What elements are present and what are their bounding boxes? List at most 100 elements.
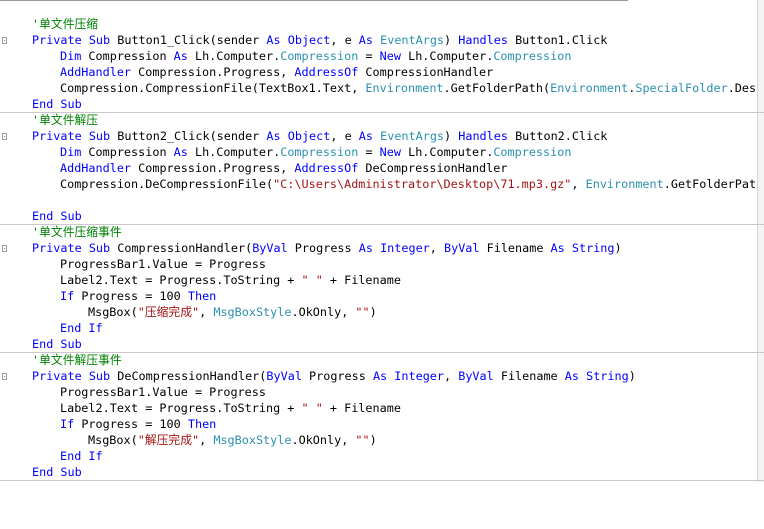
code-token-keyword: Private Sub	[32, 241, 111, 255]
code-token-plain: Progress = 100	[74, 289, 188, 303]
code-line[interactable]: '单文件压缩	[32, 16, 98, 32]
code-token-keyword: If	[60, 289, 75, 303]
code-line[interactable]: Dim Compression As Lh.Computer.Compressi…	[32, 48, 571, 64]
code-line[interactable]: Label2.Text = Progress.ToString + " " + …	[32, 272, 401, 288]
code-token-keyword: Dim	[60, 145, 82, 159]
code-token-string: "压缩完成"	[137, 305, 200, 319]
code-token-plain: )	[614, 241, 622, 255]
code-token-type: Environment	[365, 81, 444, 95]
code-editor[interactable]: '单文件压缩 Private Sub Button1_Click(sender A…	[0, 0, 764, 529]
code-line[interactable]: Compression.CompressionFile(TextBox1.Tex…	[32, 80, 764, 96]
code-line[interactable]: If Progress = 100 Then	[32, 288, 216, 304]
code-token-keyword: Then	[187, 417, 217, 431]
code-token-keyword: If	[60, 417, 75, 431]
collapse-region-icon[interactable]	[2, 37, 7, 44]
method-separator	[0, 224, 764, 225]
code-token-plain: =	[358, 49, 380, 63]
code-token-plain: Progress	[301, 369, 373, 383]
code-token-string: "C:\Users\Administrator\Desktop\71.mp3.g…	[273, 177, 572, 191]
editor-bottom-border	[0, 480, 764, 481]
code-token-keyword: As	[173, 145, 188, 159]
code-line[interactable]: Compression.DeCompressionFile("C:\Users\…	[32, 176, 764, 192]
code-token-keyword: End Sub	[32, 465, 82, 479]
code-token-type: EventArgs	[380, 33, 445, 47]
code-line[interactable]: Private Sub DeCompressionHandler(ByVal P…	[32, 368, 636, 384]
code-line[interactable]: End Sub	[32, 464, 82, 480]
code-line[interactable]: End If	[32, 320, 103, 336]
code-line[interactable]: ProgressBar1.Value = Progress	[32, 384, 266, 400]
code-token-plain: Button1_Click(sender	[110, 33, 267, 47]
code-line[interactable]: MsgBox("解压完成", MsgBoxStyle.OkOnly, "")	[32, 432, 377, 448]
code-line[interactable]: AddHandler Compression.Progress, Address…	[32, 160, 507, 176]
code-token-keyword: As	[358, 129, 373, 143]
code-token-plain: )	[444, 33, 459, 47]
code-token-plain: )	[444, 129, 459, 143]
code-token-keyword: Object	[287, 129, 331, 143]
method-separator	[0, 112, 764, 113]
code-line[interactable]: MsgBox("压缩完成", MsgBoxStyle.OkOnly, "")	[32, 304, 377, 320]
code-token-keyword: Private Sub	[32, 129, 111, 143]
code-token-keyword: As	[358, 241, 373, 255]
code-token-plain: CompressionHandler(	[110, 241, 253, 255]
code-token-plain: Filename	[493, 369, 565, 383]
vertical-scrollbar[interactable]	[757, 0, 764, 482]
code-token-keyword: AddHandler	[60, 65, 132, 79]
code-token-keyword: As	[266, 33, 281, 47]
code-token-plain: Progress	[287, 241, 359, 255]
collapse-region-icon[interactable]	[2, 133, 7, 140]
code-token-keyword: New	[379, 49, 401, 63]
code-token-string: ""	[355, 433, 370, 447]
code-token-string: " "	[301, 273, 323, 287]
code-token-keyword: As	[266, 129, 281, 143]
code-token-plain: Compression	[81, 49, 174, 63]
code-line[interactable]: Private Sub Button2_Click(sender As Obje…	[32, 128, 607, 144]
code-token-type: Compression	[280, 145, 359, 159]
code-token-keyword: End Sub	[32, 337, 82, 351]
code-token-keyword: String	[586, 369, 629, 383]
collapse-region-icon[interactable]	[2, 245, 7, 252]
code-token-keyword: As	[564, 369, 579, 383]
code-line[interactable]: ProgressBar1.Value = Progress	[32, 256, 266, 272]
code-token-keyword: As	[173, 49, 188, 63]
code-line[interactable]: End Sub	[32, 96, 82, 112]
code-token-plain: Button2_Click(sender	[110, 129, 267, 143]
code-line[interactable]: Private Sub CompressionHandler( ByVal Pro…	[32, 240, 622, 256]
code-token-plain: Lh.Computer.	[187, 145, 281, 159]
code-token-keyword: Private Sub	[32, 33, 111, 47]
code-token-string: ""	[355, 305, 370, 319]
code-token-plain: , e	[330, 33, 359, 47]
code-line[interactable]: End If	[32, 448, 103, 464]
code-token-plain: DeCompressionHandler	[358, 161, 508, 175]
code-token-keyword: As	[358, 33, 373, 47]
code-line[interactable]: '单文件解压	[32, 112, 98, 128]
code-line[interactable]: '单文件解压事件	[32, 352, 122, 368]
code-token-type: SpecialFolder	[635, 81, 728, 95]
code-line[interactable]: End Sub	[32, 208, 82, 224]
code-token-plain: + Filename	[322, 401, 401, 415]
code-line[interactable]: End Sub	[32, 336, 82, 352]
code-token-plain: ,	[199, 305, 214, 319]
code-token-keyword: ByVal	[444, 241, 480, 255]
code-line[interactable]: '单文件压缩事件	[32, 224, 122, 240]
code-token-plain: ,	[429, 241, 444, 255]
code-line[interactable]: Dim Compression As Lh.Computer.Compressi…	[32, 144, 571, 160]
code-token-keyword: As	[372, 369, 388, 383]
code-line[interactable]: Private Sub Button1_Click(sender As Obje…	[32, 32, 607, 48]
code-token-keyword: AddressOf	[294, 161, 359, 175]
code-token-plain: .GetFolderPath(	[443, 81, 551, 95]
code-token-keyword: End If	[60, 449, 103, 463]
code-line[interactable]: Label2.Text = Progress.ToString + " " + …	[32, 400, 401, 416]
code-token-comment: '单文件压缩事件	[32, 225, 122, 239]
code-token-plain: ProgressBar1.Value = Progress	[60, 385, 266, 399]
collapse-region-icon[interactable]	[2, 373, 7, 380]
code-token-keyword: Integer	[394, 369, 444, 383]
code-token-plain: Label2.Text = Progress.ToString +	[60, 401, 302, 415]
code-token-plain: ProgressBar1.Value = Progress	[60, 257, 266, 271]
code-token-keyword: End Sub	[32, 97, 82, 111]
code-line[interactable]: AddHandler Compression.Progress, Address…	[32, 64, 493, 80]
code-token-keyword: Then	[187, 289, 217, 303]
code-line[interactable]: If Progress = 100 Then	[32, 416, 216, 432]
